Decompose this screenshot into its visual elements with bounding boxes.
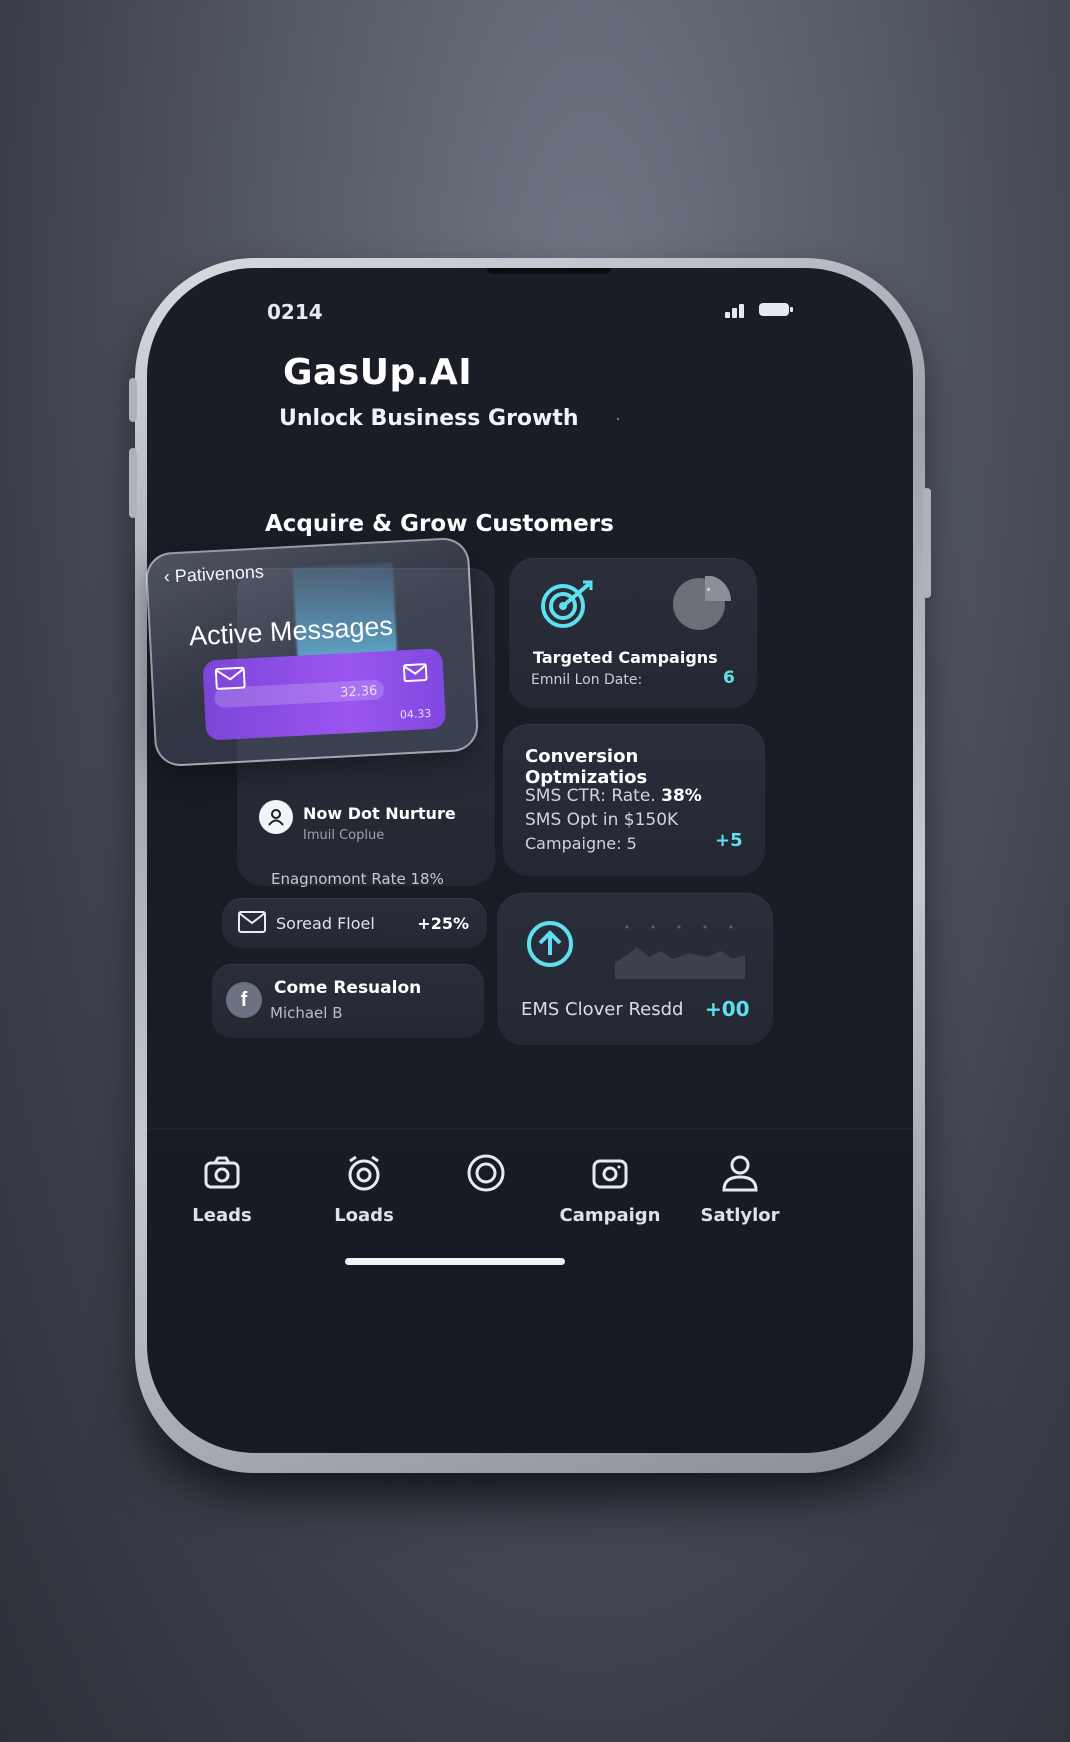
alarm-icon bbox=[348, 1155, 380, 1191]
nav-label-loads: Loads bbox=[334, 1205, 394, 1226]
nav-item-leads[interactable]: Leads bbox=[167, 1153, 277, 1226]
user-icon bbox=[722, 1155, 758, 1192]
mute-switch bbox=[129, 378, 137, 422]
arrow-up-circle-icon bbox=[527, 921, 573, 967]
conversion-optimization-card[interactable]: Conversion Optmizatios SMS CTR: Rate. 38… bbox=[503, 724, 765, 876]
nav-label-profile: Satlylor bbox=[700, 1205, 780, 1226]
mail-icon bbox=[402, 663, 428, 683]
targeted-subtitle: Emnil Lon Date: bbox=[531, 672, 643, 688]
home-indicator[interactable] bbox=[345, 1258, 565, 1265]
ems-label: EMS Clover Resdd bbox=[521, 999, 684, 1020]
nav-item-profile[interactable]: Satlylor bbox=[685, 1153, 795, 1226]
mail-icon bbox=[238, 911, 266, 933]
resolution-row[interactable]: f Come Resualon Michael B bbox=[212, 964, 484, 1038]
targeted-count: 6 bbox=[723, 668, 735, 688]
top-notch bbox=[487, 268, 611, 274]
conversion-title: Conversion Optmizatios bbox=[525, 746, 648, 788]
phone-frame: 0214 GasUp.AI Unlock Business Growth Acq… bbox=[129, 258, 931, 1473]
nav-label-leads: Leads bbox=[192, 1205, 252, 1226]
targeted-title: Targeted Campaigns bbox=[533, 648, 718, 667]
circle-target-icon bbox=[467, 1154, 505, 1192]
pie-chart-icon bbox=[673, 576, 731, 630]
engagement-rate: Enagnomont Rate 18% bbox=[271, 870, 444, 888]
conversion-line2: SMS Opt in $150K bbox=[525, 810, 679, 830]
section-title: Acquire & Grow Customers bbox=[265, 511, 614, 537]
sparkle-dot bbox=[707, 588, 710, 591]
message-amount: 32.36 bbox=[339, 683, 378, 701]
nav-item-loads[interactable]: Loads bbox=[309, 1153, 419, 1226]
facebook-icon: f bbox=[226, 982, 262, 1018]
volume-up-button bbox=[129, 448, 137, 518]
target-icon bbox=[541, 580, 593, 628]
spread-row[interactable]: Soread Floel +25% bbox=[222, 898, 487, 948]
spread-label: Soread Floel bbox=[276, 914, 375, 933]
camera-icon bbox=[592, 1159, 628, 1189]
chevron-left-icon: ‹ bbox=[163, 566, 171, 587]
camera-icon bbox=[204, 1156, 240, 1189]
nav-item-home[interactable] bbox=[431, 1153, 541, 1205]
nurture-user-icon bbox=[259, 800, 293, 834]
message-code: 04.33 bbox=[399, 706, 432, 722]
app-subtitle: Unlock Business Growth bbox=[279, 406, 579, 431]
resolution-title: Come Resualon bbox=[274, 978, 422, 998]
sparkle-dot bbox=[617, 418, 619, 420]
ems-card[interactable]: EMS Clover Resdd +00 bbox=[497, 893, 773, 1045]
back-button[interactable]: ‹ Pativenons bbox=[163, 561, 264, 587]
nav-item-campaign[interactable]: Campaign bbox=[555, 1153, 665, 1226]
ems-delta: +00 bbox=[705, 997, 750, 1021]
targeted-campaigns-card[interactable]: Targeted Campaigns Emnil Lon Date: 6 bbox=[509, 558, 757, 708]
resolution-subtitle: Michael B bbox=[270, 1004, 343, 1022]
nav-divider bbox=[147, 1128, 913, 1129]
power-button bbox=[923, 488, 931, 598]
nurture-subtitle: Imuil Coplue bbox=[303, 828, 385, 843]
conversion-line1: SMS CTR: Rate. 38% bbox=[525, 786, 702, 806]
sparkline-chart bbox=[615, 925, 745, 979]
status-time: 0214 bbox=[267, 300, 323, 324]
conversion-line3: Campaigne: 5 bbox=[525, 834, 637, 853]
message-card[interactable]: 32.36 04.33 bbox=[202, 648, 447, 741]
sms-ctr-label: SMS CTR: Rate. bbox=[525, 786, 656, 806]
nav-label-campaign: Campaign bbox=[559, 1205, 661, 1226]
phone-screen: 0214 GasUp.AI Unlock Business Growth Acq… bbox=[147, 268, 913, 1453]
signal-icon bbox=[725, 302, 751, 318]
battery-icon bbox=[759, 303, 793, 316]
conversion-delta: +5 bbox=[715, 830, 743, 851]
spread-delta: +25% bbox=[417, 914, 469, 933]
nurture-title: Now Dot Nurture bbox=[303, 804, 456, 823]
app-title: GasUp.AI bbox=[283, 352, 473, 393]
back-label: Pativenons bbox=[174, 561, 265, 587]
sms-ctr-value: 38% bbox=[661, 786, 702, 806]
active-messages-overlay[interactable]: ‹ Pativenons Active Messages 32.36 04.33 bbox=[144, 536, 480, 768]
